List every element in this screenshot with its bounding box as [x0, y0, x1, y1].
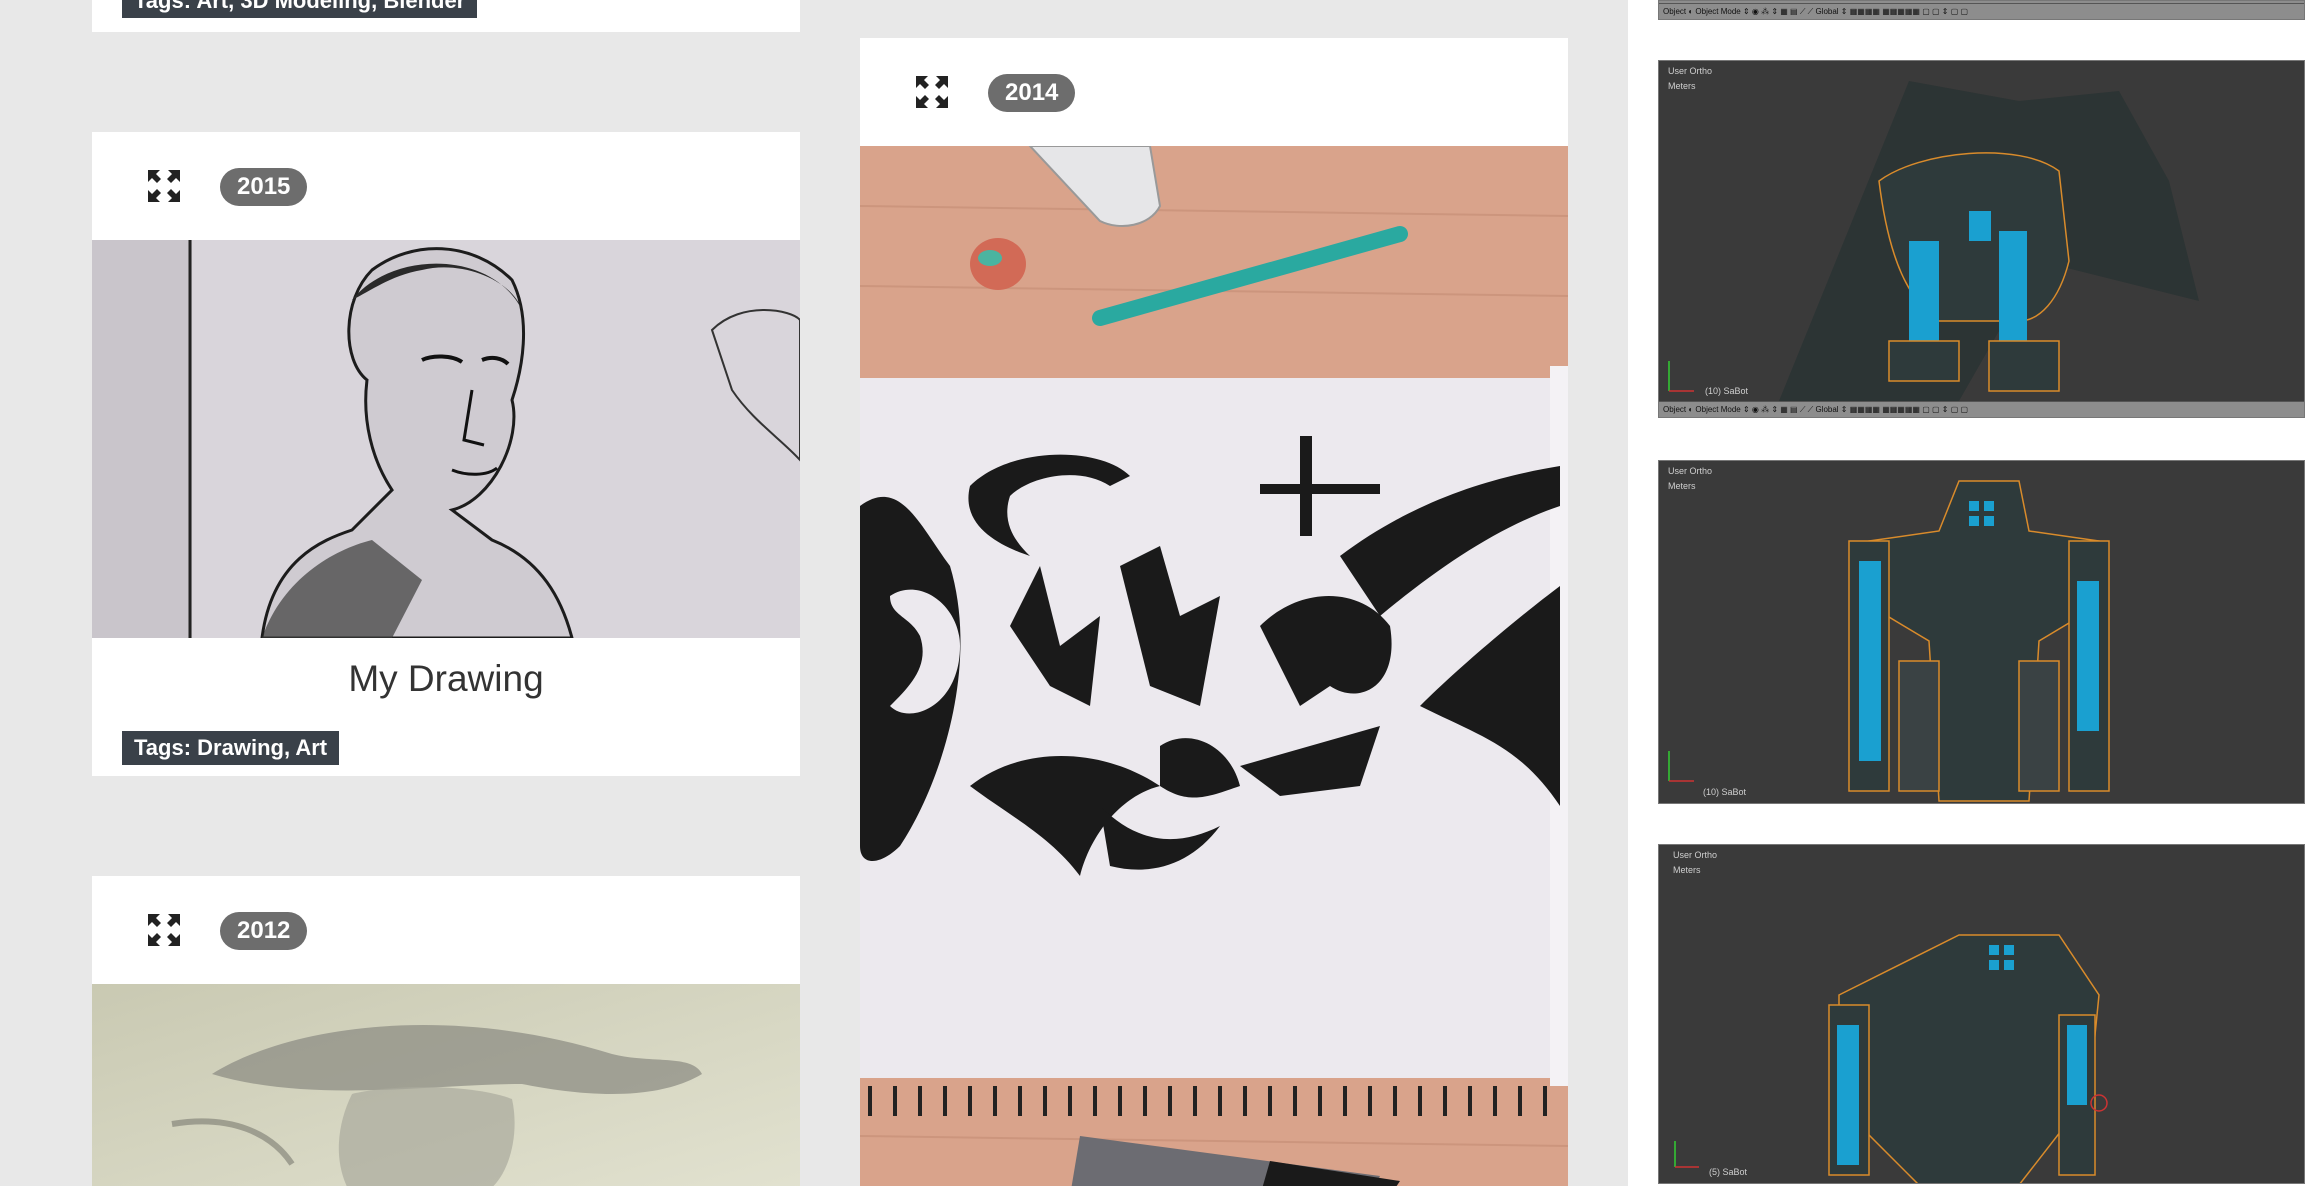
object-label: (10) SaBot — [1705, 386, 1749, 396]
year-badge: 2015 — [220, 168, 308, 206]
card-title[interactable]: My Drawing — [92, 638, 800, 724]
viewport-toolbar[interactable]: Object ◐ Object Mode ⇕ ◉ ⁂ ⇕ ▦ ▤ ⟋ ⟋ Glo… — [1659, 401, 2304, 417]
expand-icon[interactable] — [144, 910, 184, 950]
expand-icon[interactable] — [912, 72, 952, 112]
blender-toolbar-strip: Object ◐ Object Mode ⇕ ◉ ⁂ ⇕ ▦ ▤ ⟋ ⟋ Glo… — [1658, 0, 2305, 20]
card-tribal-2014: 2014 — [860, 38, 1568, 1186]
tag-list[interactable]: Tags: Drawing, Art — [122, 731, 340, 765]
sketch-image[interactable] — [92, 984, 800, 1186]
tag-list[interactable]: Tags: Art, 3D Modeling, Blender — [122, 0, 478, 18]
object-label: (5) SaBot — [1709, 1167, 1748, 1177]
tribal-drawing-image[interactable] — [860, 146, 1568, 1186]
card-my-drawing: 2015 My Drawing Tags: Drawing, Art — [92, 132, 800, 776]
blender-viewport-1[interactable]: User Ortho Meters (10) SaBot Object ◐ Ob… — [1658, 60, 2305, 418]
viewport-toolbar[interactable]: Object ◐ Object Mode ⇕ ◉ ⁂ ⇕ ▦ ▤ ⟋ ⟋ Glo… — [1659, 3, 2304, 19]
pencil-sketch-illustration — [92, 984, 800, 1186]
card-header: 2012 — [92, 876, 800, 984]
robot-model-render — [1674, 934, 2108, 1183]
card-header: 2014 — [860, 38, 1568, 146]
year-badge: 2014 — [988, 74, 1076, 112]
card-top-left: Tags: Art, 3D Modeling, Blender — [92, 0, 800, 32]
expand-icon[interactable] — [144, 166, 184, 206]
object-label: (10) SaBot — [1703, 787, 1747, 797]
card-header: 2015 — [92, 132, 800, 240]
robot-model-render — [1668, 480, 2110, 802]
ink-portrait-illustration — [92, 240, 800, 638]
year-badge: 2012 — [220, 912, 308, 950]
blender-viewport-3[interactable]: User Ortho Meters (5) SaBot — [1658, 844, 2305, 1184]
drawing-image[interactable] — [92, 240, 800, 638]
card-sketch-2012: 2012 — [92, 876, 800, 1186]
robot-model-render — [1668, 81, 2199, 401]
tribal-ink-drawing-on-desk — [860, 146, 1568, 1186]
blender-viewport-2[interactable]: User Ortho Meters (10) SaBot — [1658, 460, 2305, 804]
